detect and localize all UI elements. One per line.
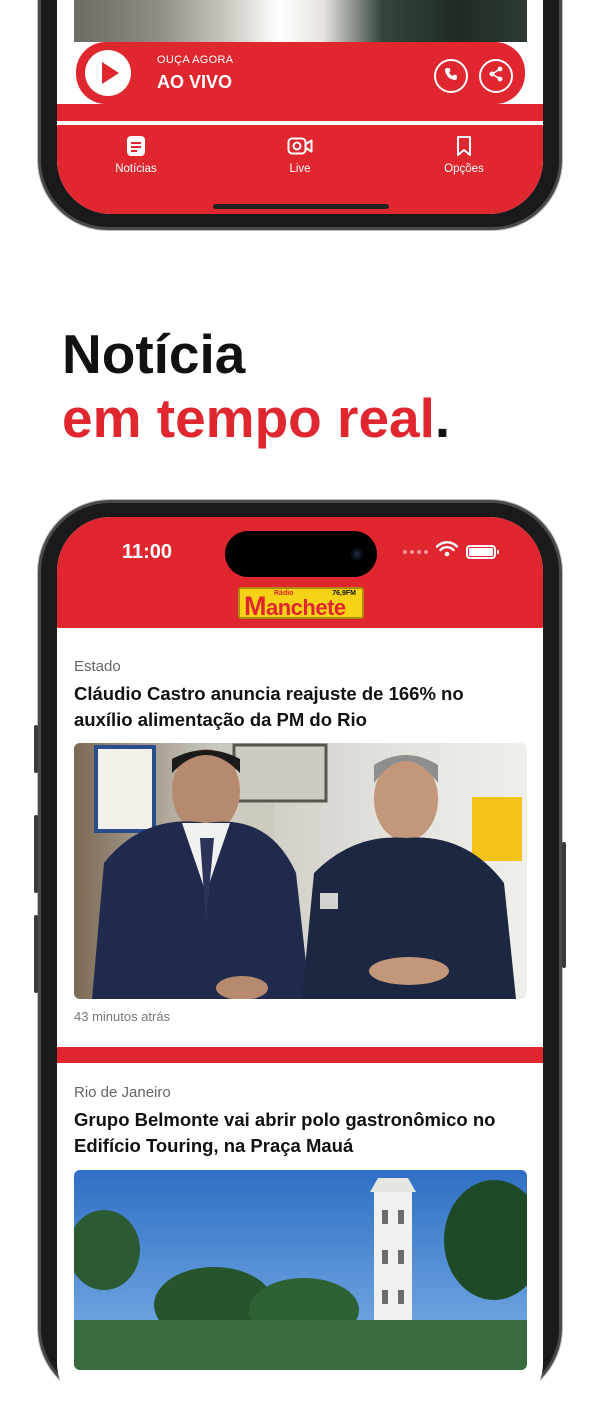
- signal-icon: [403, 549, 428, 554]
- radio-app-bottom: OUÇA AGORA AO VIVO Notícias Live Opções: [57, 0, 543, 214]
- article-card[interactable]: Estado Cláudio Castro anuncia reajuste d…: [74, 658, 527, 1024]
- tab-opcoes[interactable]: Opções: [404, 134, 524, 175]
- article-image[interactable]: [74, 1170, 527, 1370]
- article-image[interactable]: [74, 743, 527, 999]
- live-kicker-label: OUÇA AGORA: [157, 54, 234, 66]
- phone-screen-bottom: 11:00 Rádio 76,9FM Manchete Estado Cláud…: [57, 517, 543, 1417]
- headline-period: .: [434, 387, 451, 449]
- promo-headline: Notícia em tempo real.: [62, 322, 450, 450]
- radio-manchete-logo: Rádio 76,9FM Manchete: [238, 587, 364, 621]
- share-button[interactable]: [479, 59, 513, 93]
- bottom-tab-bar: Notícias Live Opções: [57, 104, 543, 214]
- live-title-label: AO VIVO: [157, 72, 233, 92]
- article-divider: [57, 1047, 543, 1063]
- bookmark-icon: [404, 134, 524, 158]
- camera-icon: [351, 548, 363, 560]
- tab-live[interactable]: Live: [240, 134, 360, 175]
- news-icon: [76, 134, 196, 158]
- home-indicator: [213, 204, 389, 209]
- tab-live-label: Live: [289, 163, 311, 175]
- article-category: Estado: [74, 658, 121, 675]
- headline-line-1: Notícia: [62, 323, 246, 385]
- tab-opcoes-label: Opções: [444, 163, 484, 175]
- share-icon: [487, 65, 505, 88]
- logo-name: Manchete: [244, 591, 346, 621]
- phone-side-button: [34, 915, 38, 993]
- wifi-icon: [435, 541, 459, 562]
- article-category: Rio de Janeiro: [74, 1084, 171, 1101]
- dynamic-island: [225, 531, 377, 577]
- battery-icon: [466, 544, 499, 559]
- status-time: 11:00: [122, 541, 173, 563]
- phone-icon: [443, 66, 459, 87]
- tabbar-divider: [57, 121, 543, 125]
- video-icon: [240, 134, 360, 158]
- live-player-bar[interactable]: OUÇA AGORA AO VIVO: [76, 42, 525, 104]
- tab-noticias-label: Notícias: [115, 163, 157, 175]
- play-button[interactable]: [85, 50, 131, 96]
- article-title[interactable]: Cláudio Castro anuncia reajuste de 166% …: [74, 681, 527, 733]
- phone-side-button: [34, 725, 38, 773]
- article-title[interactable]: Grupo Belmonte vai abrir polo gastronômi…: [74, 1107, 527, 1159]
- article-card[interactable]: Rio de Janeiro Grupo Belmonte vai abrir …: [74, 1084, 527, 1370]
- tab-noticias[interactable]: Notícias: [76, 134, 196, 175]
- status-indicators: [403, 541, 499, 562]
- phone-side-button: [562, 842, 566, 968]
- phone-side-button: [34, 815, 38, 893]
- phone-screen-top: OUÇA AGORA AO VIVO Notícias Live Opções: [57, 0, 543, 214]
- app-header: 11:00 Rádio 76,9FM Manchete: [57, 517, 543, 628]
- news-photo-cropped: [74, 0, 527, 42]
- headline-line-2: em tempo real: [62, 387, 435, 449]
- call-button[interactable]: [434, 59, 468, 93]
- article-timestamp: 43 minutos atrás: [74, 1009, 171, 1024]
